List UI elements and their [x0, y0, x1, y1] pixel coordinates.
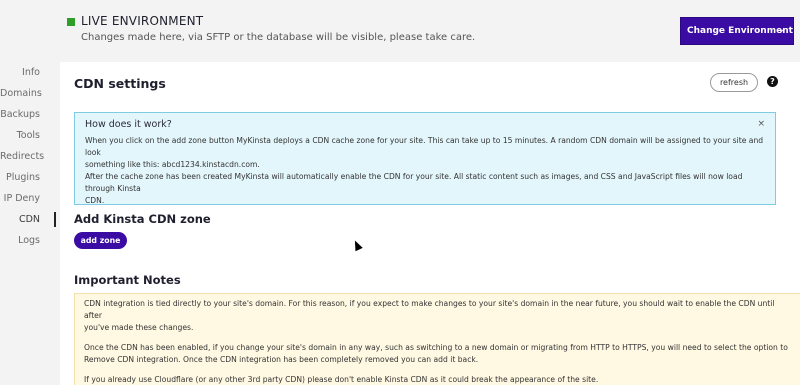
- environment-title: LIVE ENVIRONMENT: [81, 14, 204, 28]
- page-title: CDN settings: [74, 76, 166, 91]
- sidebar-item-logs[interactable]: Logs: [0, 230, 58, 251]
- note-paragraph-1b: you've made these changes.: [84, 323, 194, 332]
- sidebar-item-domains[interactable]: Domains: [0, 83, 58, 104]
- refresh-button[interactable]: refresh: [710, 73, 758, 92]
- sidebar-item-cdn[interactable]: CDN: [0, 209, 58, 230]
- notice-text-line-4: CDN.: [85, 196, 105, 205]
- important-notes-heading: Important Notes: [74, 273, 181, 287]
- change-environment-button[interactable]: Change Environment ⌄: [680, 17, 794, 45]
- note-paragraph-1a: CDN integration is tied directly to your…: [84, 299, 775, 320]
- environment-warning: Changes made here, via SFTP or the datab…: [81, 32, 476, 43]
- notice-text-line-1: When you click on the add zone button My…: [85, 136, 764, 157]
- sidebar-item-backups[interactable]: Backups: [0, 104, 58, 125]
- how-it-works-notice: How does it work? When you click on the …: [74, 112, 776, 205]
- note-paragraph-2b: Remove CDN integration. Once the CDN int…: [84, 355, 479, 364]
- note-paragraph-3: If you already use Cloudflare (or any ot…: [84, 375, 599, 384]
- notice-text-line-2: something like this: abcd1234.kinstacdn.…: [85, 160, 260, 169]
- live-status-indicator: [67, 18, 75, 26]
- sidebar-item-tools[interactable]: Tools: [0, 125, 58, 146]
- sidebar-item-ip-deny[interactable]: IP Deny: [0, 188, 58, 209]
- close-icon[interactable]: ×: [757, 119, 765, 129]
- sidebar-item-redirects[interactable]: Redirects: [0, 146, 58, 167]
- site-sidebar: Info Domains Backups Tools Redirects Plu…: [0, 62, 58, 251]
- important-notes-box: CDN integration is tied directly to your…: [74, 293, 800, 385]
- add-zone-button[interactable]: add zone: [74, 232, 127, 249]
- help-icon[interactable]: ?: [767, 76, 778, 87]
- add-zone-heading: Add Kinsta CDN zone: [74, 212, 211, 226]
- environment-header: LIVE ENVIRONMENT Changes made here, via …: [0, 0, 800, 52]
- notice-title: How does it work?: [85, 119, 172, 130]
- cdn-settings-panel: CDN settings refresh ? How does it work?…: [60, 62, 800, 385]
- sidebar-item-info[interactable]: Info: [0, 62, 58, 83]
- mouse-cursor-icon: [351, 238, 363, 252]
- chevron-down-icon: ⌄: [777, 25, 785, 35]
- sidebar-item-plugins[interactable]: Plugins: [0, 167, 58, 188]
- notice-text-line-3: After the cache zone has been created My…: [85, 172, 743, 193]
- note-paragraph-2a: Once the CDN has been enabled, if you ch…: [84, 343, 788, 352]
